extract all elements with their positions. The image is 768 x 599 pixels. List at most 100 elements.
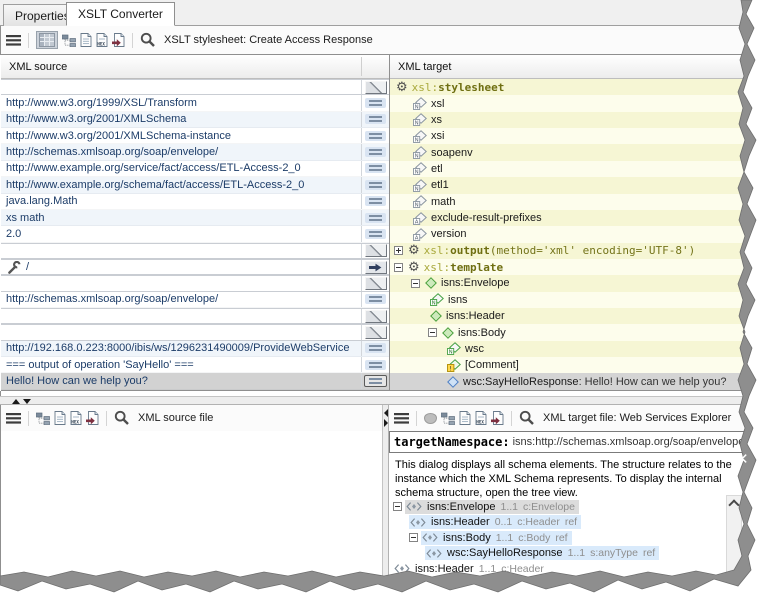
source-row[interactable]: http://www.w3.org/2001/XMLSchema-instanc… [1, 128, 389, 144]
mapping-empty-button[interactable] [365, 81, 387, 94]
mapping-equals-button[interactable] [365, 180, 386, 190]
mapping-arrow-button[interactable] [365, 261, 387, 274]
mapping-equals-button[interactable] [364, 375, 387, 387]
target-tree-row[interactable]: ⚙xsl:output (method='xml' encoding='UTF-… [390, 243, 748, 259]
source-row[interactable] [1, 79, 389, 95]
vertical-splitter[interactable] [382, 405, 389, 578]
mapping-equals-button[interactable] [365, 294, 386, 304]
splitter-collapse-down-icon[interactable] [23, 399, 31, 404]
doc-arrow-icon[interactable] [112, 33, 125, 48]
source-row[interactable]: http://schemas.xmlsoap.org/soap/envelope… [1, 292, 389, 308]
table-icon[interactable] [36, 31, 58, 49]
mapping-empty-button[interactable] [365, 277, 387, 290]
tree-expander-icon[interactable] [394, 263, 403, 272]
target-tree-row[interactable]: wsc:SayHelloResponse : Hello! How can we… [390, 373, 748, 389]
target-tree-row[interactable]: Nxs [390, 112, 748, 128]
tree-expander-icon[interactable] [394, 246, 403, 255]
source-row[interactable]: http://www.w3.org/1999/XSL/Transform [1, 95, 389, 111]
toolbar-separator [132, 33, 133, 48]
mapping-empty-button[interactable] [365, 310, 387, 323]
mapping-equals-button[interactable] [365, 196, 386, 206]
schema-tree-row[interactable]: isns:Body1..1c:Bodyref [389, 530, 748, 546]
target-tree-row[interactable]: Netl1 [390, 177, 748, 193]
schema-tree-row[interactable]: isns:Envelope1..1c:Envelope [389, 499, 748, 515]
target-tree-row[interactable]: isns:Header [390, 308, 748, 324]
target-tree-row[interactable]: ⚙xsl:stylesheet [390, 79, 748, 95]
doc-hex-icon[interactable]: HEX [96, 33, 108, 47]
doc-icon[interactable] [459, 411, 471, 425]
schema-scrollbar[interactable] [726, 495, 742, 578]
mapping-equals-button[interactable] [365, 343, 386, 353]
scroll-up-icon[interactable] [728, 499, 739, 510]
tree-expander-icon[interactable] [411, 279, 420, 288]
schema-tree-row[interactable]: wsc:SayHelloResponse1..1s:anyTyperef [389, 546, 748, 562]
tree-expander-icon[interactable] [409, 533, 418, 542]
menu-icon[interactable] [6, 35, 21, 46]
target-tree-row[interactable]: isns:Body [390, 324, 748, 340]
mapping-equals-button[interactable] [365, 98, 386, 108]
schema-tree-row[interactable]: isns:Body1..1c:Body [389, 577, 748, 579]
target-tree-row[interactable]: Netl [390, 161, 748, 177]
schema-node-type: s:anyType [590, 547, 638, 559]
doc-arrow-icon[interactable] [491, 411, 504, 426]
target-tree-row[interactable]: Nwsc [390, 341, 748, 357]
target-tree-row[interactable]: Nxsi [390, 128, 748, 144]
splitter-collapse-up-icon[interactable] [12, 399, 20, 404]
source-row[interactable] [1, 324, 389, 340]
target-tree-row[interactable]: ![Comment] [390, 357, 748, 373]
mapping-equals-button[interactable] [365, 131, 386, 141]
tree-icon[interactable] [62, 34, 76, 47]
source-row[interactable]: java.lang.Math [1, 194, 389, 210]
source-row[interactable]: xs math [1, 210, 389, 226]
source-row[interactable] [1, 275, 389, 291]
tree-expander-icon[interactable] [393, 502, 402, 511]
mapping-equals-button[interactable] [365, 213, 386, 223]
source-row[interactable]: http://www.example.org/schema/fact/acces… [1, 177, 389, 193]
doc-icon[interactable] [80, 33, 92, 47]
tab-xslt-converter[interactable]: XSLT Converter [66, 2, 175, 26]
schema-tree-row[interactable]: isns:Header0..1c:Headerref [389, 515, 748, 531]
menu-icon[interactable] [6, 413, 21, 424]
mapping-equals-button[interactable] [365, 229, 386, 239]
doc-arrow-icon[interactable] [86, 411, 99, 426]
mapping-equals-button[interactable] [365, 360, 386, 370]
target-tree-row[interactable]: Nmath [390, 194, 748, 210]
source-row[interactable]: http://www.w3.org/2001/XMLSchema [1, 112, 389, 128]
source-file-content[interactable] [1, 431, 382, 578]
menu-icon[interactable] [394, 413, 409, 424]
mapping-equals-button[interactable] [365, 147, 386, 157]
mapping-empty-button[interactable] [365, 326, 387, 339]
mapping-equals-button[interactable] [365, 163, 386, 173]
source-row[interactable]: 2.0 [1, 226, 389, 242]
tree-icon[interactable] [441, 412, 455, 425]
source-row[interactable]: http://www.example.org/service/fact/acce… [1, 161, 389, 177]
tree-expander-icon[interactable] [428, 328, 437, 337]
splitter-collapse-left-icon[interactable] [384, 409, 388, 417]
target-tree-row[interactable]: Nsoapenv [390, 144, 748, 160]
tree-icon[interactable] [36, 412, 50, 425]
doc-hex-icon[interactable]: HEX [475, 411, 487, 425]
horizontal-splitter[interactable] [0, 396, 748, 405]
splitter-collapse-right-icon[interactable] [384, 419, 388, 427]
source-row[interactable]: === output of operation 'SayHello' === [1, 357, 389, 373]
source-row[interactable] [1, 243, 389, 259]
target-tree-row[interactable]: ⚙xsl:template [390, 259, 748, 275]
schema-tree-row[interactable]: isns:Header1..1c:Header [389, 561, 748, 577]
source-row[interactable]: http://schemas.xmlsoap.org/soap/envelope… [1, 144, 389, 160]
source-row[interactable] [1, 308, 389, 324]
target-tree-row[interactable]: Aexclude-result-prefixes [390, 210, 748, 226]
doc-hex-icon[interactable]: HEX [70, 411, 82, 425]
mapping-empty-button[interactable] [365, 244, 387, 257]
blob-icon[interactable] [424, 413, 437, 424]
source-row[interactable]: / [1, 259, 389, 275]
source-row[interactable]: Hello! How can we help you? [1, 373, 389, 389]
close-icon[interactable]: ✕ [736, 452, 749, 467]
schema-elem-icon [426, 548, 442, 559]
target-tree-row[interactable]: isns:Envelope [390, 275, 748, 291]
mapping-equals-button[interactable] [365, 114, 386, 124]
target-tree-row[interactable]: Nxsl [390, 95, 748, 111]
target-tree-row[interactable]: Nisns [390, 292, 748, 308]
source-row[interactable]: http://192.168.0.223:8000/ibis/ws/129623… [1, 341, 389, 357]
target-tree-row[interactable]: Aversion [390, 226, 748, 242]
doc-icon[interactable] [54, 411, 66, 425]
